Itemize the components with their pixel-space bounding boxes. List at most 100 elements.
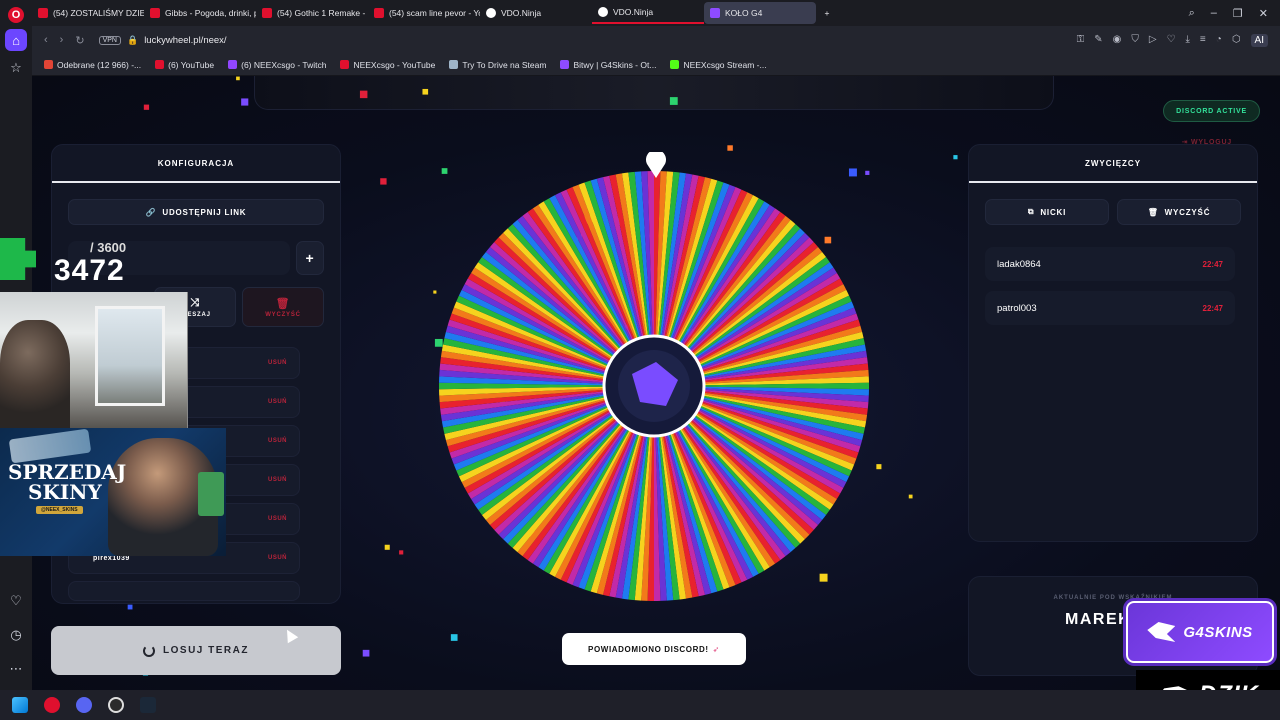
- clear-list-button[interactable]: 🗑 WYCZYŚĆ: [242, 287, 324, 327]
- lucky-wheel[interactable]: [434, 166, 874, 606]
- reload-icon[interactable]: ↻: [75, 34, 84, 47]
- nicks-button[interactable]: ⧉ NICKI: [985, 199, 1109, 225]
- bookmark-2[interactable]: (6) YouTube: [155, 60, 214, 70]
- wheel-pointer-icon: [646, 152, 666, 178]
- ai-button[interactable]: AI: [1250, 33, 1268, 47]
- confetti-piece: [727, 145, 733, 151]
- youtube-icon: [150, 8, 160, 18]
- address-bar: ‹ › ↻ VPN 🔒 luckywheel.pl/neex/ ⚿ ✎ ◉ ⛉ …: [32, 26, 1280, 54]
- play-icon[interactable]: ▷: [1149, 34, 1157, 47]
- confetti-piece: [399, 550, 404, 555]
- g4skins-icon: [560, 60, 570, 69]
- remove-button[interactable]: USUŃ: [268, 555, 287, 561]
- youtube-icon: [38, 8, 48, 18]
- tab-3[interactable]: (54) Gothic 1 Remake - M: [256, 2, 368, 24]
- key-icon[interactable]: ⚿: [1077, 34, 1085, 47]
- opera-logo-icon[interactable]: O: [8, 7, 24, 23]
- vdo-ninja-icon: [598, 7, 608, 17]
- back-icon[interactable]: ‹: [44, 34, 48, 47]
- download-icon[interactable]: ⤓: [1186, 34, 1190, 47]
- winners-title: ZWYCIĘZCY: [969, 145, 1257, 183]
- confetti-piece: [362, 649, 370, 657]
- winners-panel: ZWYCIĘZCY ⧉ NICKI 🗑 WYCZYŚĆ ladak0864 22:47…: [968, 144, 1258, 542]
- menu-icon[interactable]: ≡: [1200, 34, 1206, 47]
- stream-counter: / 3600 3472: [0, 232, 140, 290]
- counter-block-icon: [0, 238, 36, 280]
- cash-image: [198, 472, 224, 516]
- heart-icon[interactable]: ♡: [5, 590, 27, 612]
- home-icon[interactable]: ⌂: [5, 29, 27, 51]
- new-tab-button[interactable]: +: [816, 2, 838, 24]
- remove-button[interactable]: USUŃ: [268, 477, 287, 483]
- share-link-button[interactable]: 🔗 UDOSTĘPNIJ LINK: [68, 199, 324, 225]
- lock-icon: 🔒: [126, 34, 139, 45]
- remove-button[interactable]: USUŃ: [268, 438, 287, 444]
- windows-start-icon[interactable]: [12, 697, 28, 713]
- confetti-piece: [359, 90, 368, 99]
- confetti-piece: [669, 97, 678, 105]
- profile-icon[interactable]: ◔: [1216, 34, 1222, 47]
- bookmark-1[interactable]: Odebrane (12 966) -...: [44, 60, 141, 70]
- url-field[interactable]: luckywheel.pl/neex/: [144, 35, 226, 46]
- restore-icon[interactable]: ❐: [1233, 7, 1243, 20]
- remove-button[interactable]: USUŃ: [268, 399, 287, 405]
- confetti-piece: [143, 104, 150, 110]
- webcam-overlay: [0, 292, 188, 428]
- forward-icon[interactable]: ›: [60, 34, 64, 47]
- gmail-icon: [44, 60, 53, 69]
- winner-row: ladak0864 22:47: [985, 247, 1235, 281]
- more-icon[interactable]: ⋯: [5, 658, 27, 680]
- star-icon[interactable]: ☆: [5, 57, 27, 79]
- tab-bar: (54) ZOSTALIŚMY DZIENN Gibbs - Pogoda, d…: [32, 0, 1280, 26]
- tab-4[interactable]: (54) scam line pevor - You: [368, 2, 480, 24]
- tab-2[interactable]: Gibbs - Pogoda, drinki, pla: [144, 2, 256, 24]
- remove-button[interactable]: USUŃ: [268, 360, 287, 366]
- steam-icon: [449, 60, 459, 69]
- bookmark-3[interactable]: (6) NEEXcsgo - Twitch: [228, 60, 326, 70]
- winner-row: patrol003 22:47: [985, 291, 1235, 325]
- ad-overlay: SPRZEDAJ SKINY @NEEX_SKINS: [0, 428, 226, 556]
- confetti-piece: [236, 76, 240, 81]
- page: DISCORD ACTIVE ⇥ WYLOGUJ KONFIGURACJA 🔗 U…: [32, 76, 1280, 690]
- search-icon[interactable]: ⌕: [1189, 7, 1195, 20]
- close-icon[interactable]: ✕: [1259, 7, 1268, 20]
- discord-toast: POWIADOMIONO DISCORD! ➶: [562, 633, 746, 665]
- obs-taskbar-icon[interactable]: [108, 697, 124, 713]
- bookmark-5[interactable]: Try To Drive na Steam: [449, 60, 546, 70]
- confetti-piece: [380, 178, 387, 185]
- rocket-icon: ➶: [712, 644, 720, 654]
- ad-line1: SPRZEDAJ: [8, 460, 127, 484]
- webcam-person: [0, 320, 70, 428]
- tab-active[interactable]: KOŁO G4: [704, 2, 816, 24]
- shield-icon[interactable]: ⛉: [1131, 34, 1139, 47]
- minimize-icon[interactable]: –: [1211, 7, 1217, 20]
- counter-total: / 3600: [90, 240, 127, 255]
- steam-taskbar-icon[interactable]: [140, 697, 156, 713]
- heart-icon[interactable]: ♡: [1167, 34, 1176, 47]
- confetti-piece: [876, 464, 882, 470]
- discord-active-badge: DISCORD ACTIVE: [1163, 100, 1260, 122]
- tab-6[interactable]: VDO.Ninja: [592, 2, 704, 24]
- extensions-icon[interactable]: ⬡: [1232, 34, 1241, 47]
- remove-button[interactable]: USUŃ: [268, 516, 287, 522]
- webcam-window: [95, 306, 165, 406]
- vpn-badge[interactable]: VPN: [98, 35, 121, 45]
- history-icon[interactable]: ◷: [5, 624, 27, 646]
- tab-5[interactable]: VDO.Ninja: [480, 2, 592, 24]
- confetti-piece: [953, 155, 958, 160]
- edit-icon[interactable]: ✎: [1094, 34, 1102, 47]
- winner-time: 22:47: [1202, 303, 1223, 313]
- camera-icon[interactable]: ◉: [1113, 34, 1122, 47]
- bookmark-4[interactable]: NEEXcsgo - YouTube: [340, 60, 435, 70]
- bookmark-7[interactable]: NEEXcsgo Stream -...: [670, 60, 767, 70]
- clear-winners-button[interactable]: 🗑 WYCZYŚĆ: [1117, 199, 1241, 225]
- bookmark-6[interactable]: Bitwy | G4Skins - Ot...: [560, 60, 656, 70]
- g4skins-logo-icon: [1147, 622, 1176, 642]
- tab-1[interactable]: (54) ZOSTALIŚMY DZIENN: [32, 2, 144, 24]
- ad-brand: @NEEX_SKINS: [36, 506, 83, 514]
- youtube-icon: [262, 8, 272, 18]
- discord-taskbar-icon[interactable]: [76, 697, 92, 713]
- add-button[interactable]: +: [296, 241, 324, 275]
- opera-taskbar-icon[interactable]: [44, 697, 60, 713]
- draw-button[interactable]: LOSUJ TERAZ: [51, 626, 341, 675]
